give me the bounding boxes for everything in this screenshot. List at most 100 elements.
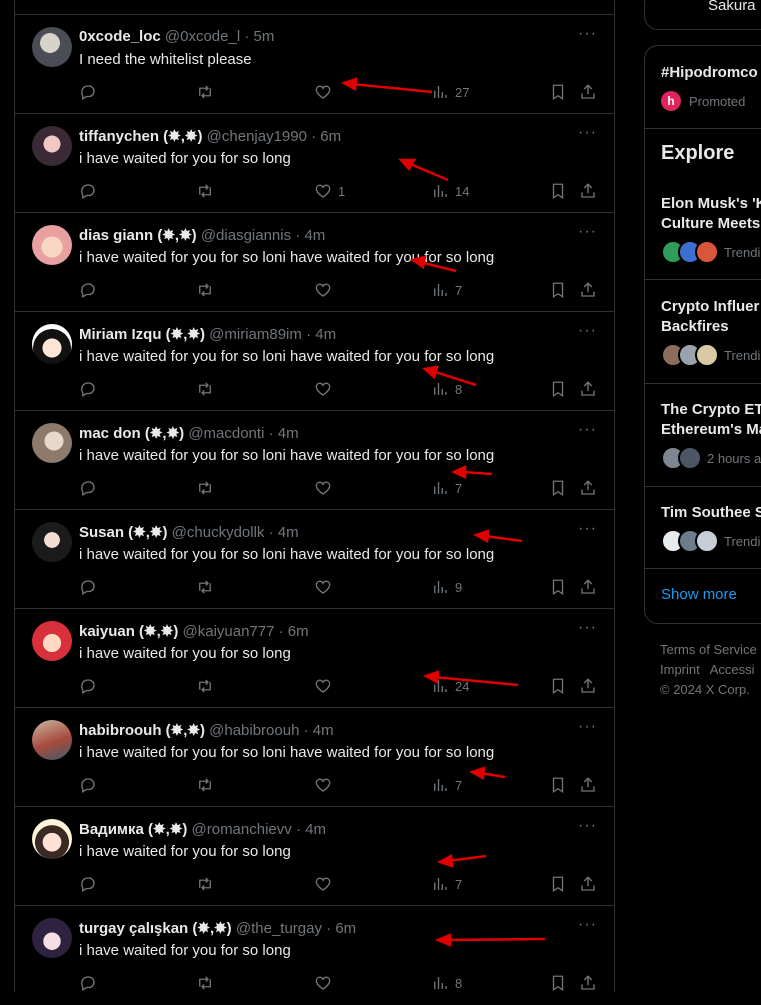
like-button[interactable] (314, 578, 338, 596)
more-options-icon[interactable]: ··· (578, 223, 597, 241)
views-button[interactable]: 7 (431, 776, 462, 794)
avatar[interactable] (32, 720, 72, 760)
views-button[interactable]: 27 (431, 83, 469, 101)
repost-button[interactable] (196, 182, 214, 200)
author-name[interactable]: kaiyuan (✸,✸) (79, 623, 178, 640)
like-button[interactable] (314, 677, 338, 695)
tweet[interactable]: kaiyuan (✸,✸) @kaiyuan777 · 6m i have wa… (15, 609, 614, 708)
repost-button[interactable] (196, 776, 214, 794)
share-button[interactable] (579, 974, 597, 992)
author-handle[interactable]: @kaiyuan777 (183, 623, 275, 640)
footer-link[interactable]: Imprint (660, 662, 700, 677)
avatar[interactable] (32, 621, 72, 661)
more-options-icon[interactable]: ··· (578, 421, 597, 439)
reply-button[interactable] (79, 83, 97, 101)
author-name[interactable]: Вадимка (✸,✸) (79, 821, 187, 838)
avatar[interactable] (32, 27, 72, 67)
views-button[interactable]: 8 (431, 380, 462, 398)
timestamp[interactable]: · 4m (295, 227, 325, 244)
like-button[interactable] (314, 974, 338, 992)
timestamp[interactable]: · 6m (326, 920, 356, 937)
bookmark-button[interactable] (549, 281, 567, 299)
author-handle[interactable]: @romanchievv (192, 821, 292, 838)
like-button[interactable] (314, 380, 338, 398)
avatar[interactable] (32, 324, 72, 364)
timestamp[interactable]: · 4m (304, 722, 334, 739)
author-name[interactable]: Susan (✸,✸) (79, 524, 167, 541)
avatar[interactable] (32, 819, 72, 859)
timestamp[interactable]: · 5m (244, 28, 274, 45)
tweet[interactable]: Susan (✸,✸) @chuckydollk · 4m i have wai… (15, 510, 614, 609)
bookmark-button[interactable] (549, 875, 567, 893)
share-button[interactable] (579, 83, 597, 101)
avatar[interactable] (32, 225, 72, 265)
author-handle[interactable]: @the_turgay (236, 920, 322, 937)
footer-link[interactable]: Terms of Service (660, 642, 757, 657)
author-name[interactable]: Miriam Izqu (✸,✸) (79, 326, 205, 343)
views-button[interactable]: 7 (431, 875, 462, 893)
reply-button[interactable] (79, 776, 97, 794)
share-button[interactable] (579, 776, 597, 794)
trend-item[interactable]: Elon Musk's 'K Culture Meets Trendin (661, 194, 761, 264)
like-button[interactable] (314, 83, 338, 101)
tweet[interactable]: Вадимка (✸,✸) @romanchievv · 4m i have w… (15, 807, 614, 906)
sidebar-top-card-text[interactable]: Sakura (708, 0, 756, 14)
views-button[interactable]: 7 (431, 281, 462, 299)
reply-button[interactable] (79, 182, 97, 200)
repost-button[interactable] (196, 83, 214, 101)
tweet[interactable]: dias giann (✸,✸) @diasgiannis · 4m i hav… (15, 213, 614, 312)
repost-button[interactable] (196, 479, 214, 497)
timestamp[interactable]: · 4m (269, 425, 299, 442)
share-button[interactable] (579, 677, 597, 695)
promoted-trend-title[interactable]: #Hipodromco (661, 64, 758, 81)
views-button[interactable]: 7 (431, 479, 462, 497)
avatar[interactable] (32, 918, 72, 958)
author-handle[interactable]: @miriam89im (209, 326, 302, 343)
show-more-link[interactable]: Show more (661, 586, 737, 603)
views-button[interactable]: 8 (431, 974, 462, 992)
share-button[interactable] (579, 578, 597, 596)
author-handle[interactable]: @habibroouh (209, 722, 299, 739)
author-name[interactable]: habibroouh (✸,✸) (79, 722, 205, 739)
like-button[interactable] (314, 479, 338, 497)
tweet[interactable]: habibroouh (✸,✸) @habibroouh · 4m i have… (15, 708, 614, 807)
bookmark-button[interactable] (549, 677, 567, 695)
reply-button[interactable] (79, 677, 97, 695)
like-button[interactable] (314, 776, 338, 794)
more-options-icon[interactable]: ··· (578, 25, 597, 43)
footer-link[interactable]: Accessi (710, 662, 755, 677)
more-options-icon[interactable]: ··· (578, 916, 597, 934)
author-handle[interactable]: @chuckydollk (172, 524, 265, 541)
more-options-icon[interactable]: ··· (578, 718, 597, 736)
more-options-icon[interactable]: ··· (578, 817, 597, 835)
reply-button[interactable] (79, 281, 97, 299)
share-button[interactable] (579, 875, 597, 893)
reply-button[interactable] (79, 479, 97, 497)
reply-button[interactable] (79, 974, 97, 992)
like-button[interactable]: 1 (314, 182, 345, 200)
author-name[interactable]: tiffanychen (✸,✸) (79, 128, 202, 145)
tweet[interactable]: Miriam Izqu (✸,✸) @miriam89im · 4m i hav… (15, 312, 614, 411)
trend-item[interactable]: Crypto Influer Backfires Trendin (661, 297, 761, 367)
timestamp[interactable]: · 6m (279, 623, 309, 640)
bookmark-button[interactable] (549, 182, 567, 200)
timestamp[interactable]: · 4m (269, 524, 299, 541)
avatar[interactable] (32, 423, 72, 463)
repost-button[interactable] (196, 281, 214, 299)
more-options-icon[interactable]: ··· (578, 520, 597, 538)
avatar[interactable] (32, 126, 72, 166)
more-options-icon[interactable]: ··· (578, 619, 597, 637)
tweet[interactable]: mac don (✸,✸) @macdonti · 4m i have wait… (15, 411, 614, 510)
author-name[interactable]: 0xcode_loc (79, 28, 161, 45)
timestamp[interactable]: · 6m (311, 128, 341, 145)
tweet[interactable]: tiffanychen (✸,✸) @chenjay1990 · 6m i ha… (15, 114, 614, 213)
share-button[interactable] (579, 281, 597, 299)
views-button[interactable]: 9 (431, 578, 462, 596)
author-name[interactable]: mac don (✸,✸) (79, 425, 184, 442)
author-name[interactable]: dias giann (✸,✸) (79, 227, 197, 244)
like-button[interactable] (314, 875, 338, 893)
reply-button[interactable] (79, 578, 97, 596)
repost-button[interactable] (196, 974, 214, 992)
bookmark-button[interactable] (549, 578, 567, 596)
author-handle[interactable]: @diasgiannis (201, 227, 291, 244)
